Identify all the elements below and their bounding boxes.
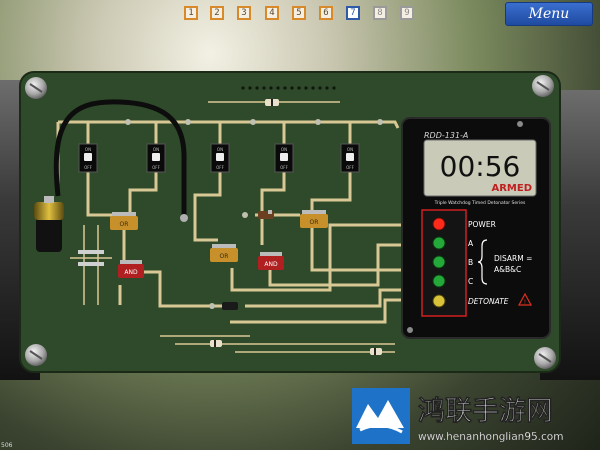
scene: ON OFF ON OFF ON OFF ON OFF ON OFF OR OR bbox=[0, 71, 600, 444]
switch-2[interactable]: ON OFF bbox=[146, 143, 166, 173]
series-label: Triple Watchdog Timed Detonator Series bbox=[434, 200, 526, 206]
toggle-icon bbox=[152, 153, 160, 161]
or-gate-2: OR bbox=[210, 244, 238, 262]
switch-off-label: OFF bbox=[84, 165, 92, 170]
switch-on-label: ON bbox=[153, 147, 159, 152]
switch-5[interactable]: ON OFF bbox=[340, 143, 360, 173]
and-gate-2: AND bbox=[258, 252, 284, 270]
toggle-icon bbox=[280, 153, 288, 161]
b-label: B bbox=[468, 258, 473, 267]
watermark: 鸿联手游网 www.henanhonglian95.com bbox=[352, 388, 564, 444]
detonator-model-label: RDD-131-A bbox=[424, 131, 468, 140]
and-gate-label: AND bbox=[264, 261, 278, 268]
or-gate-1: OR bbox=[110, 212, 138, 230]
disarm-formula: A&B&C bbox=[494, 265, 521, 274]
and-gate-1: AND bbox=[118, 260, 144, 278]
svg-text:!: ! bbox=[524, 299, 526, 306]
b-led-icon bbox=[432, 255, 446, 269]
or-gate-4 bbox=[268, 210, 272, 214]
disarm-label: DISARM = bbox=[494, 254, 532, 263]
a-label: A bbox=[468, 239, 474, 248]
armed-status: ARMED bbox=[491, 183, 532, 194]
switch-off-label: OFF bbox=[280, 165, 288, 170]
toggle-icon bbox=[216, 153, 224, 161]
detonate-led-icon bbox=[432, 294, 446, 308]
screw-icon bbox=[517, 121, 523, 127]
switch-on-label: ON bbox=[281, 147, 287, 152]
c-label: C bbox=[468, 277, 473, 286]
fps-counter: 506 bbox=[1, 442, 13, 449]
toggle-icon bbox=[346, 153, 354, 161]
timer-readout: 00:56 bbox=[440, 150, 521, 183]
power-led-icon bbox=[432, 217, 446, 231]
or-gate-label: OR bbox=[120, 221, 129, 228]
battery bbox=[34, 196, 64, 252]
switch-4[interactable]: ON OFF bbox=[274, 143, 294, 173]
switch-off-label: OFF bbox=[152, 165, 160, 170]
watermark-title: 鸿联手游网 bbox=[418, 396, 553, 427]
or-gate-label: OR bbox=[310, 219, 319, 226]
detonate-label: DETONATE bbox=[468, 297, 509, 306]
switch-off-label: OFF bbox=[216, 165, 224, 170]
or-gate-3: OR bbox=[300, 210, 328, 228]
and-gate-label: AND bbox=[124, 269, 138, 276]
switch-1[interactable]: ON OFF bbox=[78, 143, 98, 173]
switch-on-label: ON bbox=[217, 147, 223, 152]
wire-clip bbox=[180, 214, 188, 222]
or-gate-label: OR bbox=[220, 253, 229, 260]
switch-on-label: ON bbox=[347, 147, 353, 152]
toggle-icon bbox=[84, 153, 92, 161]
switch-3[interactable]: ON OFF bbox=[210, 143, 230, 173]
watermark-url: www.henanhonglian95.com bbox=[418, 431, 563, 443]
power-label: POWER bbox=[468, 220, 496, 229]
detonator-module: RDD-131-A 00:56 ARMED Triple Watchdog Ti… bbox=[401, 117, 551, 339]
c-led-icon bbox=[432, 274, 446, 288]
switch-off-label: OFF bbox=[346, 165, 354, 170]
switch-on-label: ON bbox=[85, 147, 91, 152]
screw-icon bbox=[407, 327, 413, 333]
a-led-icon bbox=[432, 236, 446, 250]
